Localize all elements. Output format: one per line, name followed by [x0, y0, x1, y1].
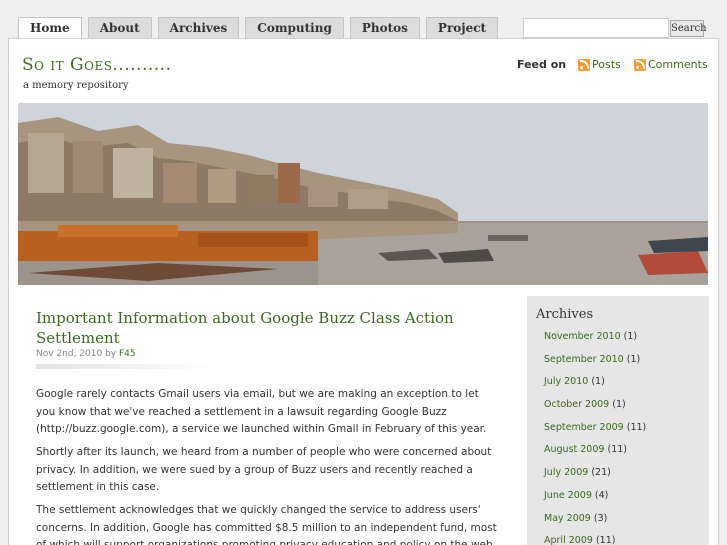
blog-tagline: a memory repository	[23, 80, 129, 91]
archive-count: (1)	[591, 376, 605, 388]
meta-divider	[36, 364, 216, 369]
archive-link[interactable]: July 2009	[544, 467, 588, 478]
archives-list: November 2010 (1) September 2010 (1) Jul…	[544, 329, 646, 545]
archive-count: (1)	[612, 399, 626, 411]
archive-link[interactable]: September 2009	[544, 422, 624, 433]
banner-illustration	[18, 103, 708, 285]
rss-icon	[634, 58, 646, 71]
archive-item: August 2009 (11)	[544, 442, 646, 465]
archive-link[interactable]: July 2010	[544, 376, 588, 387]
tab-home[interactable]: Home	[18, 17, 82, 40]
post-by: by	[105, 349, 117, 359]
search-button[interactable]: Search	[670, 20, 707, 37]
blog-title[interactable]: So it Goes..........	[22, 55, 171, 75]
archive-item: October 2009 (1)	[544, 397, 646, 420]
archive-item: April 2009 (11)	[544, 533, 646, 545]
feed-comments-label: Comments	[648, 58, 708, 71]
archive-item: July 2009 (21)	[544, 465, 646, 488]
post-paragraph: Shortly after its launch, we heard from …	[36, 446, 492, 493]
archive-item: September 2009 (11)	[544, 420, 646, 443]
archive-link[interactable]: August 2009	[544, 444, 604, 455]
archive-count: (3)	[593, 512, 608, 524]
archive-link[interactable]: September 2010	[544, 354, 624, 365]
post-meta: Nov 2nd, 2010 by F45	[36, 349, 136, 359]
archive-item: November 2010 (1)	[544, 329, 646, 352]
tab-about[interactable]: About	[87, 17, 152, 39]
top-nav: Home About Archives Computing Photos Pro…	[18, 17, 499, 40]
archive-count: (21)	[591, 467, 611, 479]
archive-link[interactable]: June 2009	[544, 490, 592, 501]
post-title-link[interactable]: Important Information about Google Buzz …	[36, 308, 496, 348]
tab-photos[interactable]: Photos	[349, 17, 420, 39]
search-input[interactable]	[523, 18, 669, 38]
tab-computing[interactable]: Computing	[245, 17, 344, 39]
archive-item: September 2010 (1)	[544, 352, 646, 375]
archive-count: (4)	[594, 489, 609, 501]
archive-count: (1)	[623, 331, 638, 342]
archive-link[interactable]: April 2009	[544, 535, 593, 545]
sidebar-archives-title: Archives	[536, 307, 594, 322]
feed-posts-label: Posts	[592, 58, 621, 71]
archive-link[interactable]: May 2009	[544, 513, 591, 524]
archive-count: (11)	[607, 444, 627, 456]
tab-project[interactable]: Project	[425, 17, 499, 39]
post-paragraph: Google rarely contacts Gmail users via e…	[36, 388, 487, 435]
archive-count: (1)	[626, 353, 641, 365]
header-banner-image	[18, 103, 708, 285]
archive-item: June 2009 (4)	[544, 488, 646, 511]
archive-item: July 2010 (1)	[544, 374, 646, 397]
feed-posts-link[interactable]: Posts	[578, 58, 621, 71]
post-date: Nov 2nd, 2010	[36, 349, 103, 359]
archive-link[interactable]: October 2009	[544, 399, 609, 410]
archive-count: (11)	[626, 421, 647, 433]
post-paragraph: The settlement acknowledges that we quic…	[36, 504, 497, 545]
archive-item: May 2009 (3)	[544, 511, 646, 534]
tab-archives[interactable]: Archives	[157, 17, 240, 39]
rss-icon	[578, 58, 590, 71]
archive-link[interactable]: November 2010	[544, 331, 621, 342]
archive-count: (11)	[595, 535, 616, 545]
post-author-link[interactable]: F45	[119, 349, 136, 359]
feed-label: Feed on	[517, 58, 567, 71]
feed-comments-link[interactable]: Comments	[634, 58, 708, 71]
